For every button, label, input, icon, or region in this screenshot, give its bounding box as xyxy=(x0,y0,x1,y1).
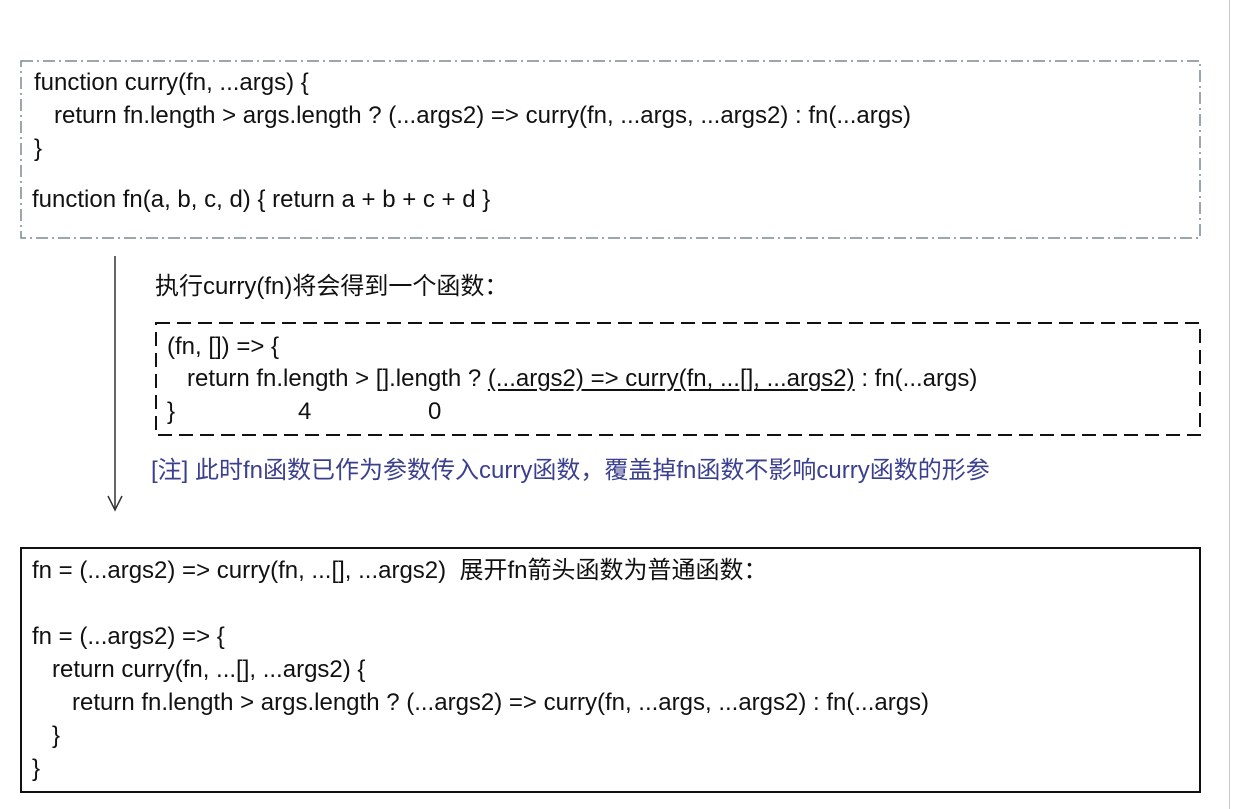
curry-definition-box: function curry(fn, ...args) { return fn.… xyxy=(20,60,1201,239)
expanded-line-1: fn = (...args2) => { xyxy=(32,623,225,650)
code-line-4: function fn(a, b, c, d) { return a + b +… xyxy=(32,186,491,213)
code-line-2: return fn.length > args.length ? (...arg… xyxy=(34,102,912,129)
arrow-func-line-2: return fn.length > [].length ? (...args2… xyxy=(167,364,977,394)
arrow-func-line-1: (fn, []) => { xyxy=(167,333,280,360)
right-edge-rule xyxy=(1229,0,1230,809)
expand-heading-code: fn = (...args2) => curry(fn, ...[], ...a… xyxy=(32,557,447,584)
expanded-line-3: return fn.length > args.length ? (...arg… xyxy=(32,689,930,716)
expanded-line-5: } xyxy=(32,755,41,782)
arrow-func-line-3: } xyxy=(167,398,176,425)
code-line-1: function curry(fn, ...args) { xyxy=(34,69,309,96)
caption-text: 执行curry(fn)将会得到一个函数： xyxy=(155,273,509,300)
underlined-expression: (...args2) => curry(fn, ...[], ...args2) xyxy=(487,365,855,392)
code-line-3: } xyxy=(34,135,43,162)
line2-prefix: return fn.length > [].length ? xyxy=(167,365,488,392)
expanded-function-box: fn = (...args2) => curry(fn, ...[], ...a… xyxy=(20,547,1201,793)
annotation-args-length: 0 xyxy=(428,398,442,425)
expanded-line-2: return curry(fn, ...[], ...args2) { xyxy=(32,656,366,683)
line2-suffix: : fn(...args) xyxy=(854,365,978,392)
annotation-fn-length: 4 xyxy=(298,398,312,425)
expand-heading-cn: 展开fn箭头函数为普通函数： xyxy=(446,557,768,584)
curried-function-box: (fn, []) => { return fn.length > [].leng… xyxy=(155,322,1201,436)
note-text: [注] 此时fn函数已作为参数传入curry函数，覆盖掉fn函数不影响curry… xyxy=(151,457,990,484)
expanded-line-4: } xyxy=(32,722,61,749)
down-arrow-icon xyxy=(107,256,123,512)
expand-heading-line: fn = (...args2) => curry(fn, ...[], ...a… xyxy=(32,556,768,586)
